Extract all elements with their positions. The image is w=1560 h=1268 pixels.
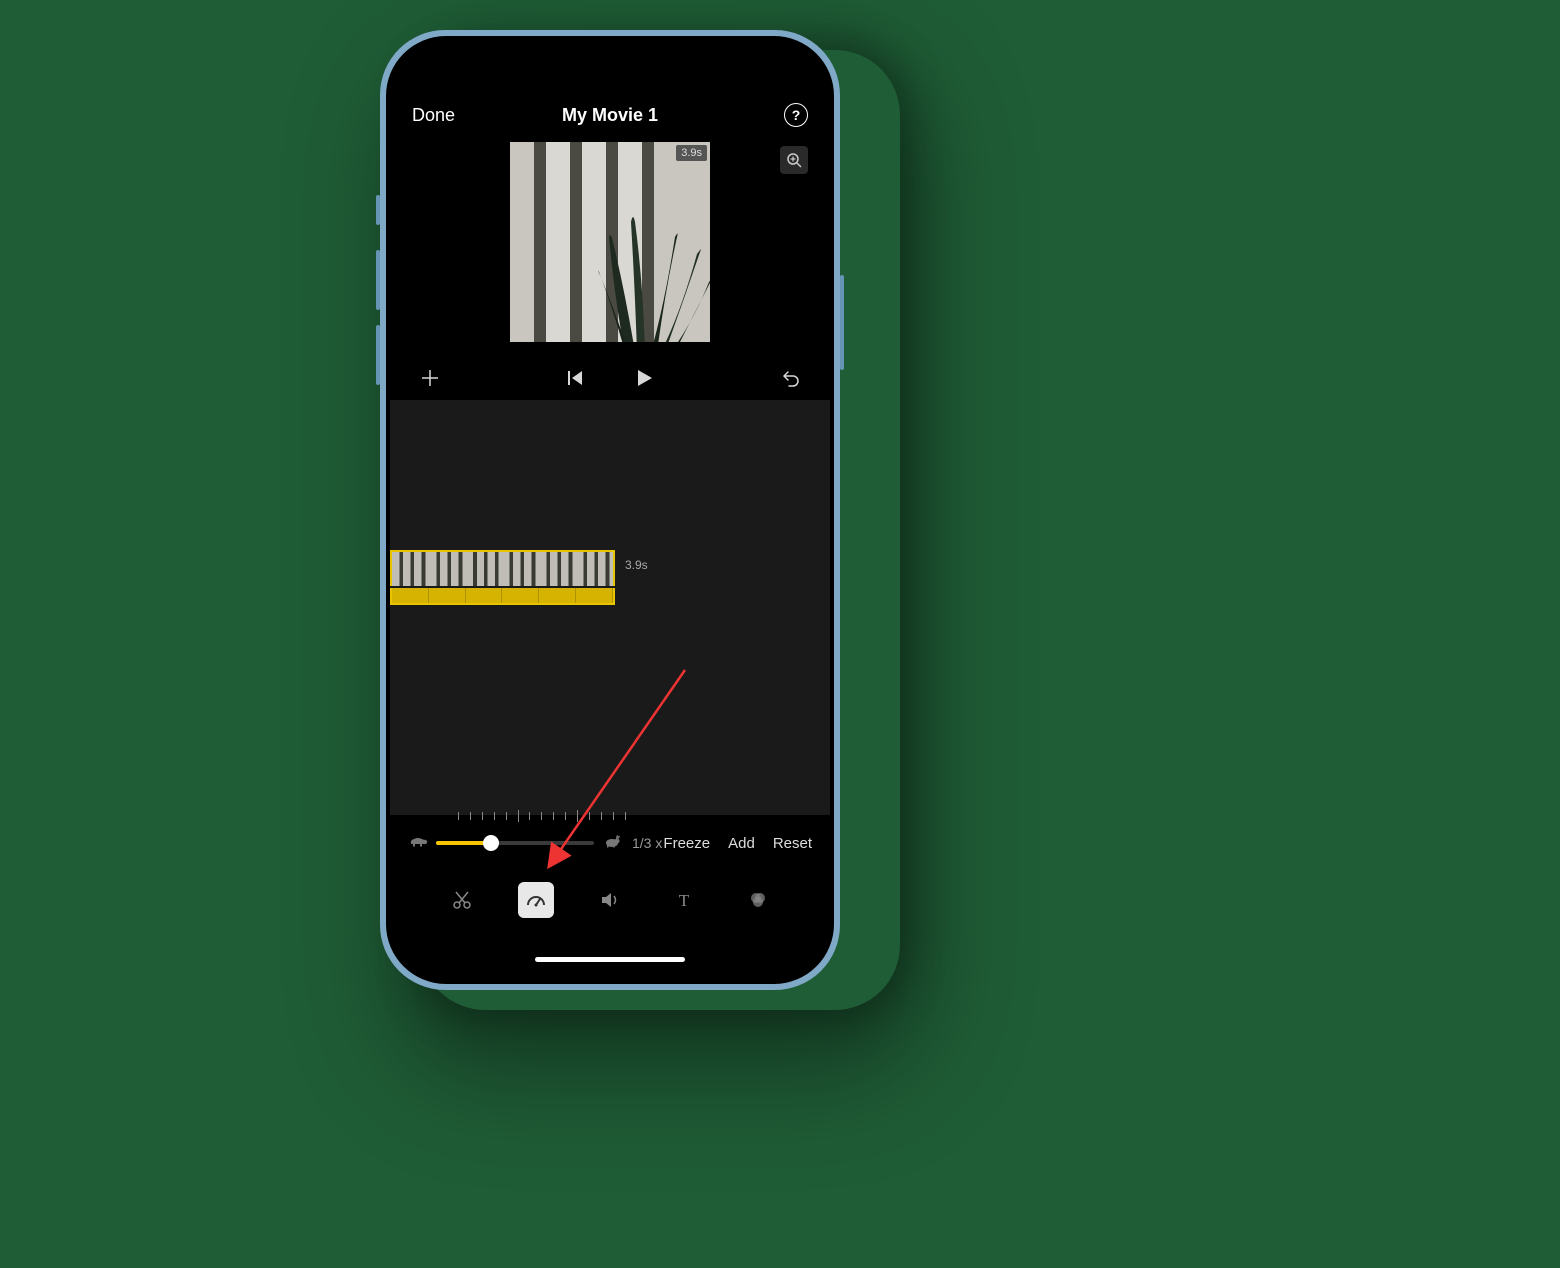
scissors-icon <box>451 889 473 911</box>
speed-multiplier-label: 1/3 x <box>632 835 662 851</box>
add-speed-button[interactable]: Add <box>728 835 755 852</box>
text-icon: T <box>673 889 695 911</box>
undo-icon <box>780 368 800 388</box>
svg-text:T: T <box>679 891 690 910</box>
plus-icon <box>420 368 440 388</box>
turtle-icon <box>408 834 428 852</box>
clip-speed-track <box>390 588 615 605</box>
speedometer-icon <box>525 889 547 911</box>
duration-badge: 3.9s <box>676 145 707 161</box>
filters-tool[interactable] <box>740 882 776 918</box>
done-button[interactable]: Done <box>412 105 455 126</box>
rabbit-icon <box>602 834 622 852</box>
speaker-icon <box>599 889 621 911</box>
help-button[interactable]: ? <box>784 103 808 127</box>
undo-button[interactable] <box>780 368 800 388</box>
volume-up-button <box>376 250 380 310</box>
project-title: My Movie 1 <box>390 105 830 126</box>
cut-tool[interactable] <box>444 882 480 918</box>
freeze-button[interactable]: Freeze <box>663 835 710 852</box>
skip-start-button[interactable] <box>566 368 584 388</box>
speed-slider-knob[interactable] <box>483 835 499 851</box>
video-clip[interactable] <box>390 550 615 605</box>
video-preview[interactable]: 3.9s <box>510 142 710 342</box>
play-button[interactable] <box>634 368 654 388</box>
volume-down-button <box>376 325 380 385</box>
audio-tool[interactable] <box>592 882 628 918</box>
notch <box>535 40 685 68</box>
preview-plant-graphic <box>565 182 710 342</box>
zoom-in-icon <box>786 152 802 168</box>
titles-tool[interactable]: T <box>666 882 702 918</box>
add-media-button[interactable] <box>420 368 440 388</box>
play-icon <box>634 368 654 388</box>
reset-speed-button[interactable]: Reset <box>773 835 812 852</box>
filters-icon <box>747 889 769 911</box>
skip-back-icon <box>566 369 584 387</box>
speed-slider[interactable] <box>436 841 594 845</box>
mute-switch <box>376 195 380 225</box>
screen: Done My Movie 1 ? 3.9s <box>390 40 830 980</box>
home-indicator[interactable] <box>535 957 685 962</box>
timeline[interactable]: 3.9s <box>390 400 830 815</box>
phone-frame: Done My Movie 1 ? 3.9s <box>380 30 840 990</box>
power-button <box>840 275 844 370</box>
zoom-button[interactable] <box>780 146 808 174</box>
speed-tool[interactable] <box>518 882 554 918</box>
clip-duration-label: 3.9s <box>625 558 648 572</box>
clip-thumbnails <box>390 550 615 586</box>
